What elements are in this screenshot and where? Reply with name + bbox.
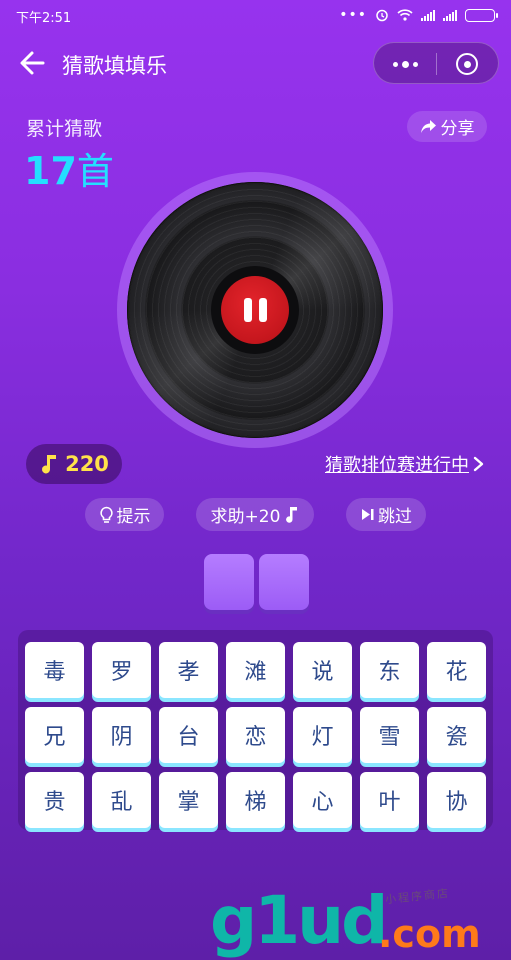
status-icons: •••: [339, 7, 498, 23]
character-key[interactable]: 罗: [92, 642, 151, 698]
more-button[interactable]: [374, 43, 436, 85]
character-key[interactable]: 叶: [360, 772, 419, 828]
alarm-icon: [376, 9, 388, 22]
skip-button[interactable]: 跳过: [346, 498, 426, 531]
signal-icon: [421, 9, 435, 21]
battery-icon: [465, 8, 498, 22]
rank-competition-link[interactable]: 猜歌排位赛进行中: [325, 451, 485, 477]
more-dot-icon: [401, 60, 409, 68]
character-key[interactable]: 毒: [25, 642, 84, 698]
character-key[interactable]: 灯: [293, 707, 352, 763]
total-guessed-label: 累计猜歌: [26, 118, 103, 140]
lightbulb-icon: [99, 506, 113, 523]
pause-bar-icon: [243, 298, 252, 322]
ask-help-button[interactable]: 求助+20: [196, 498, 314, 531]
pause-button[interactable]: [221, 276, 289, 344]
status-time: 下午2:51: [16, 11, 72, 26]
total-guessed-count: 17首: [24, 141, 114, 195]
character-key[interactable]: 说: [293, 642, 352, 698]
wifi-icon: [397, 9, 413, 21]
character-key[interactable]: 梯: [226, 772, 285, 828]
share-label: 分享: [440, 119, 475, 139]
character-key[interactable]: 贵: [25, 772, 84, 828]
character-keyboard: 毒 罗 孝 滩 说 东 花 兄 阴 台 恋 灯 雪 瓷 贵 乱 掌 梯 心 叶 …: [18, 630, 493, 830]
character-key[interactable]: 滩: [226, 642, 285, 698]
skip-label: 跳过: [378, 507, 412, 527]
close-mini-program-button[interactable]: [436, 43, 498, 85]
watermark-logo: g1ud .com 小程序商店: [210, 886, 510, 960]
vinyl-record: [127, 182, 383, 438]
target-circle-icon: [456, 53, 478, 75]
character-key[interactable]: 阴: [92, 707, 151, 763]
points-value: 220: [65, 452, 109, 476]
status-bar: 下午2:51 •••: [0, 0, 511, 32]
answer-slot[interactable]: [204, 554, 254, 610]
mini-program-capsule: [373, 42, 499, 84]
character-key[interactable]: 掌: [159, 772, 218, 828]
music-note-icon: [42, 455, 57, 474]
music-note-icon: [286, 506, 298, 523]
total-guessed-number: 17: [24, 149, 77, 193]
notification-dots-icon: •••: [339, 7, 367, 23]
page-title: 猜歌填填乐: [62, 54, 167, 78]
pause-bar-icon: [258, 298, 267, 322]
character-key[interactable]: 协: [427, 772, 486, 828]
ask-help-label: 求助+20: [210, 507, 281, 527]
character-key[interactable]: 孝: [159, 642, 218, 698]
character-key[interactable]: 兄: [25, 707, 84, 763]
signal-icon-2: [443, 9, 457, 21]
character-key[interactable]: 台: [159, 707, 218, 763]
total-guessed-unit: 首: [76, 150, 114, 193]
character-key[interactable]: 瓷: [427, 707, 486, 763]
watermark-subtitle: 小程序商店: [384, 886, 451, 907]
vinyl-record-halo: [117, 172, 393, 448]
character-key[interactable]: 雪: [360, 707, 419, 763]
share-arrow-icon: [420, 120, 436, 133]
character-key[interactable]: 东: [360, 642, 419, 698]
points-badge: 220: [26, 444, 122, 484]
chevron-right-icon: [473, 456, 484, 472]
skip-next-icon: [362, 509, 374, 520]
more-dot-icon: [392, 61, 398, 67]
more-dot-icon: [412, 61, 418, 67]
watermark-brand: g1ud: [210, 882, 388, 959]
nav-bar: 猜歌填填乐: [0, 38, 511, 88]
share-button[interactable]: 分享: [407, 111, 487, 142]
answer-slot[interactable]: [259, 554, 309, 610]
character-key[interactable]: 心: [293, 772, 352, 828]
hint-label: 提示: [116, 507, 151, 527]
back-arrow-icon[interactable]: [18, 50, 46, 76]
watermark-suffix: .com: [378, 912, 481, 956]
character-key[interactable]: 乱: [92, 772, 151, 828]
hint-button[interactable]: 提示: [85, 498, 164, 531]
character-key[interactable]: 花: [427, 642, 486, 698]
character-key[interactable]: 恋: [226, 707, 285, 763]
rank-link-label: 猜歌排位赛进行中: [325, 455, 469, 476]
